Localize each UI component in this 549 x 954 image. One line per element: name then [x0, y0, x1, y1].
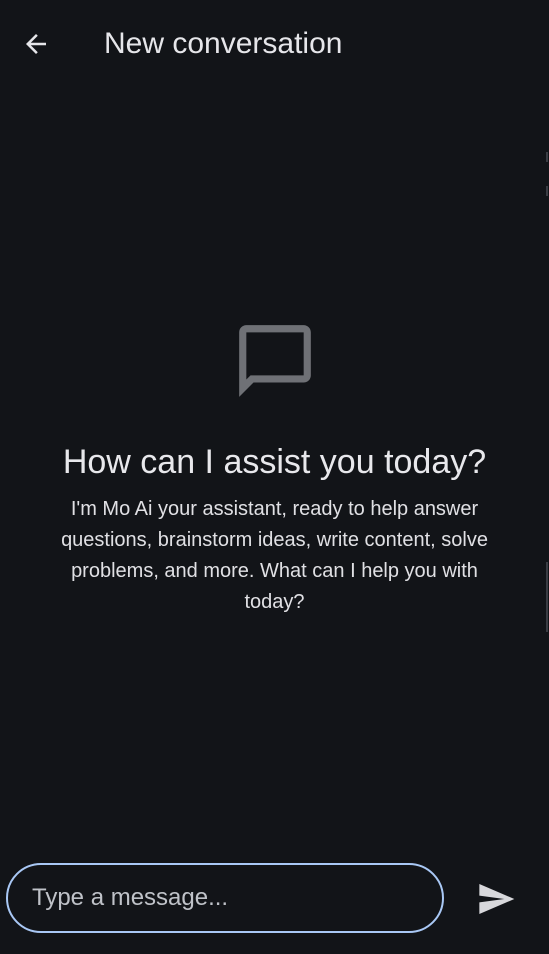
empty-state-heading: How can I assist you today? [62, 443, 487, 481]
chat-bubble-outline-icon [238, 325, 311, 397]
arrow-back-icon [26, 34, 46, 54]
app-screen: New conversation How can I assist you to… [0, 0, 549, 954]
message-input[interactable] [30, 883, 424, 913]
page-title: New conversation [104, 27, 343, 60]
message-input-container [6, 863, 444, 933]
message-composer [6, 863, 544, 937]
scrollbar-marker [546, 152, 548, 162]
empty-state: How can I assist you today? I'm Mo Ai yo… [0, 318, 549, 618]
send-button[interactable] [472, 875, 520, 923]
app-bar: New conversation [0, 0, 549, 88]
send-icon [479, 884, 515, 914]
empty-state-description: I'm Mo Ai your assistant, ready to help … [61, 498, 488, 613]
scrollbar-marker [546, 562, 548, 632]
back-button[interactable] [14, 22, 58, 66]
scrollbar-marker [546, 186, 548, 196]
